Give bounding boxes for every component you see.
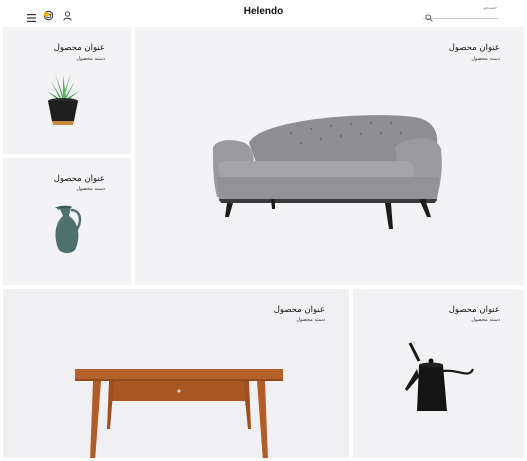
product-title: عنوان محصول bbox=[448, 43, 500, 53]
product-category: دسته محصول bbox=[76, 56, 105, 62]
kettle-image bbox=[405, 340, 475, 411]
product-category: دسته محصول bbox=[76, 186, 105, 192]
ceramic-jug-image bbox=[55, 205, 82, 253]
search-icon[interactable] bbox=[425, 7, 433, 26]
product-category: دسته محصول bbox=[471, 317, 500, 323]
product-card-sofa[interactable]: عنوان محصول دسته محصول bbox=[135, 27, 524, 285]
product-title: عنوان محصول bbox=[53, 174, 105, 184]
product-card-table[interactable]: عنوان محصول دسته محصول bbox=[3, 289, 349, 458]
search-field[interactable]: جستجو bbox=[423, 5, 499, 22]
wooden-table-image bbox=[75, 369, 283, 458]
product-title: عنوان محصول bbox=[448, 305, 500, 315]
search-input[interactable]: جستجو bbox=[484, 6, 497, 11]
sofa-image bbox=[212, 115, 442, 229]
product-title: عنوان محصول bbox=[53, 43, 105, 53]
product-category: دسته محصول bbox=[471, 56, 500, 62]
product-card-plant[interactable]: عنوان محصول دسته محصول bbox=[3, 27, 131, 154]
site-header: Helendo جستجو bbox=[0, 0, 527, 26]
product-category: دسته محصول bbox=[296, 317, 325, 323]
product-card-jug[interactable]: عنوان محصول دسته محصول bbox=[3, 158, 131, 285]
potted-plant-image bbox=[47, 73, 79, 125]
product-title: عنوان محصول bbox=[273, 305, 325, 315]
product-card-kettle[interactable]: عنوان محصول دسته محصول bbox=[353, 289, 524, 458]
